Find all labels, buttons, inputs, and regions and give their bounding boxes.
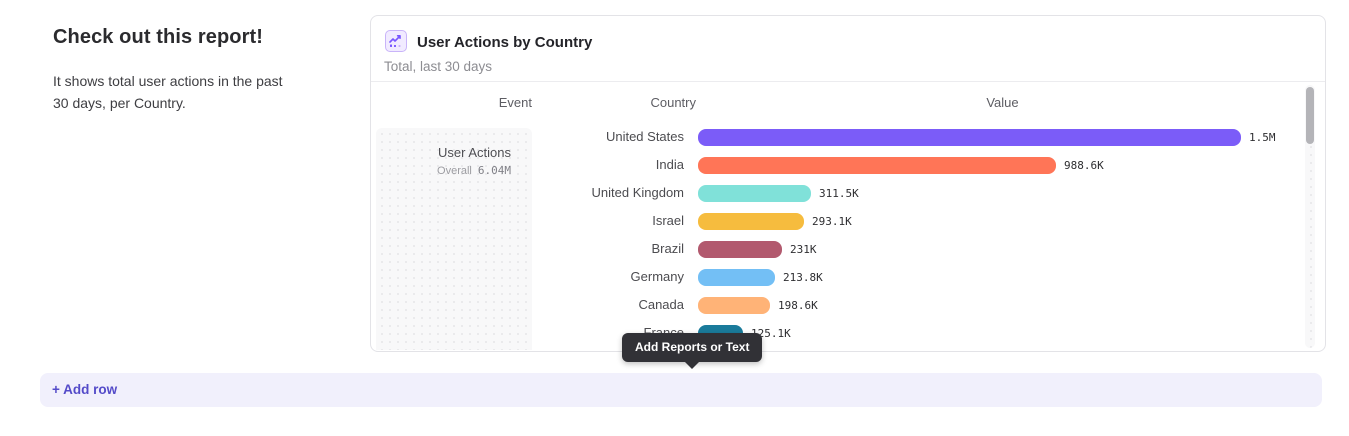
country-label: India bbox=[532, 151, 684, 179]
bar-container: 198.6K bbox=[698, 291, 1303, 319]
bar-container: 293.1K bbox=[698, 207, 1303, 235]
bar-value-label: 213.8K bbox=[783, 271, 823, 284]
insights-chart-icon bbox=[385, 30, 407, 52]
intro-text-block: Check out this report! It shows total us… bbox=[53, 26, 313, 114]
page-title: Check out this report! bbox=[53, 26, 313, 49]
value-bar[interactable] bbox=[698, 157, 1056, 174]
value-bar[interactable] bbox=[698, 269, 775, 286]
vertical-scrollbar-thumb[interactable] bbox=[1306, 87, 1314, 144]
bar-container: 213.8K bbox=[698, 263, 1303, 291]
country-label: United States bbox=[532, 123, 684, 151]
bar-value-label: 311.5K bbox=[819, 187, 859, 200]
chart-row: Canada 198.6K bbox=[371, 291, 1303, 319]
bar-value-label: 1.5M bbox=[1249, 131, 1276, 144]
page-description: It shows total user actions in the past … bbox=[53, 71, 297, 114]
bar-value-label: 231K bbox=[790, 243, 817, 256]
value-bar[interactable] bbox=[698, 297, 770, 314]
column-header-event: Event bbox=[376, 95, 532, 110]
tooltip-label: Add Reports or Text bbox=[635, 340, 749, 354]
chart-row: United States 1.5M bbox=[371, 123, 1303, 151]
chart-row: Israel 293.1K bbox=[371, 207, 1303, 235]
vertical-scrollbar-track[interactable] bbox=[1305, 85, 1315, 348]
chart-row: United Kingdom 311.5K bbox=[371, 179, 1303, 207]
chart-row: France 125.1K bbox=[371, 319, 1303, 347]
report-card-header: User Actions by Country Total, last 30 d… bbox=[371, 16, 1325, 81]
column-header-value: Value bbox=[696, 95, 1309, 110]
country-label: Germany bbox=[532, 263, 684, 291]
add-row-button[interactable]: + Add row bbox=[40, 373, 1322, 407]
bar-value-label: 988.6K bbox=[1064, 159, 1104, 172]
bar-value-label: 198.6K bbox=[778, 299, 818, 312]
report-card[interactable]: User Actions by Country Total, last 30 d… bbox=[370, 15, 1326, 352]
value-bar[interactable] bbox=[698, 185, 811, 202]
bar-container: 231K bbox=[698, 235, 1303, 263]
value-bar[interactable] bbox=[698, 213, 804, 230]
report-subtitle: Total, last 30 days bbox=[384, 59, 492, 74]
bar-container: 311.5K bbox=[698, 179, 1303, 207]
column-header-country: Country bbox=[532, 95, 696, 110]
report-title: User Actions by Country bbox=[417, 34, 592, 51]
country-label: Canada bbox=[532, 291, 684, 319]
bar-container: 125.1K bbox=[698, 319, 1303, 347]
country-label: Israel bbox=[532, 207, 684, 235]
chart-row: Germany 213.8K bbox=[371, 263, 1303, 291]
bar-chart-table: Event Country Value User Actions Overall… bbox=[371, 81, 1325, 351]
country-label: United Kingdom bbox=[532, 179, 684, 207]
bar-container: 1.5M bbox=[698, 123, 1303, 151]
chart-row: India 988.6K bbox=[371, 151, 1303, 179]
bar-container: 988.6K bbox=[698, 151, 1303, 179]
chart-row: Brazil 231K bbox=[371, 235, 1303, 263]
chart-rows: United States 1.5M India 988.6K United K… bbox=[371, 123, 1303, 347]
value-bar[interactable] bbox=[698, 129, 1241, 146]
add-row-label: + Add row bbox=[40, 373, 1322, 407]
value-bar[interactable] bbox=[698, 241, 782, 258]
bar-value-label: 293.1K bbox=[812, 215, 852, 228]
country-label: Brazil bbox=[532, 235, 684, 263]
add-reports-tooltip: Add Reports or Text bbox=[622, 333, 762, 362]
